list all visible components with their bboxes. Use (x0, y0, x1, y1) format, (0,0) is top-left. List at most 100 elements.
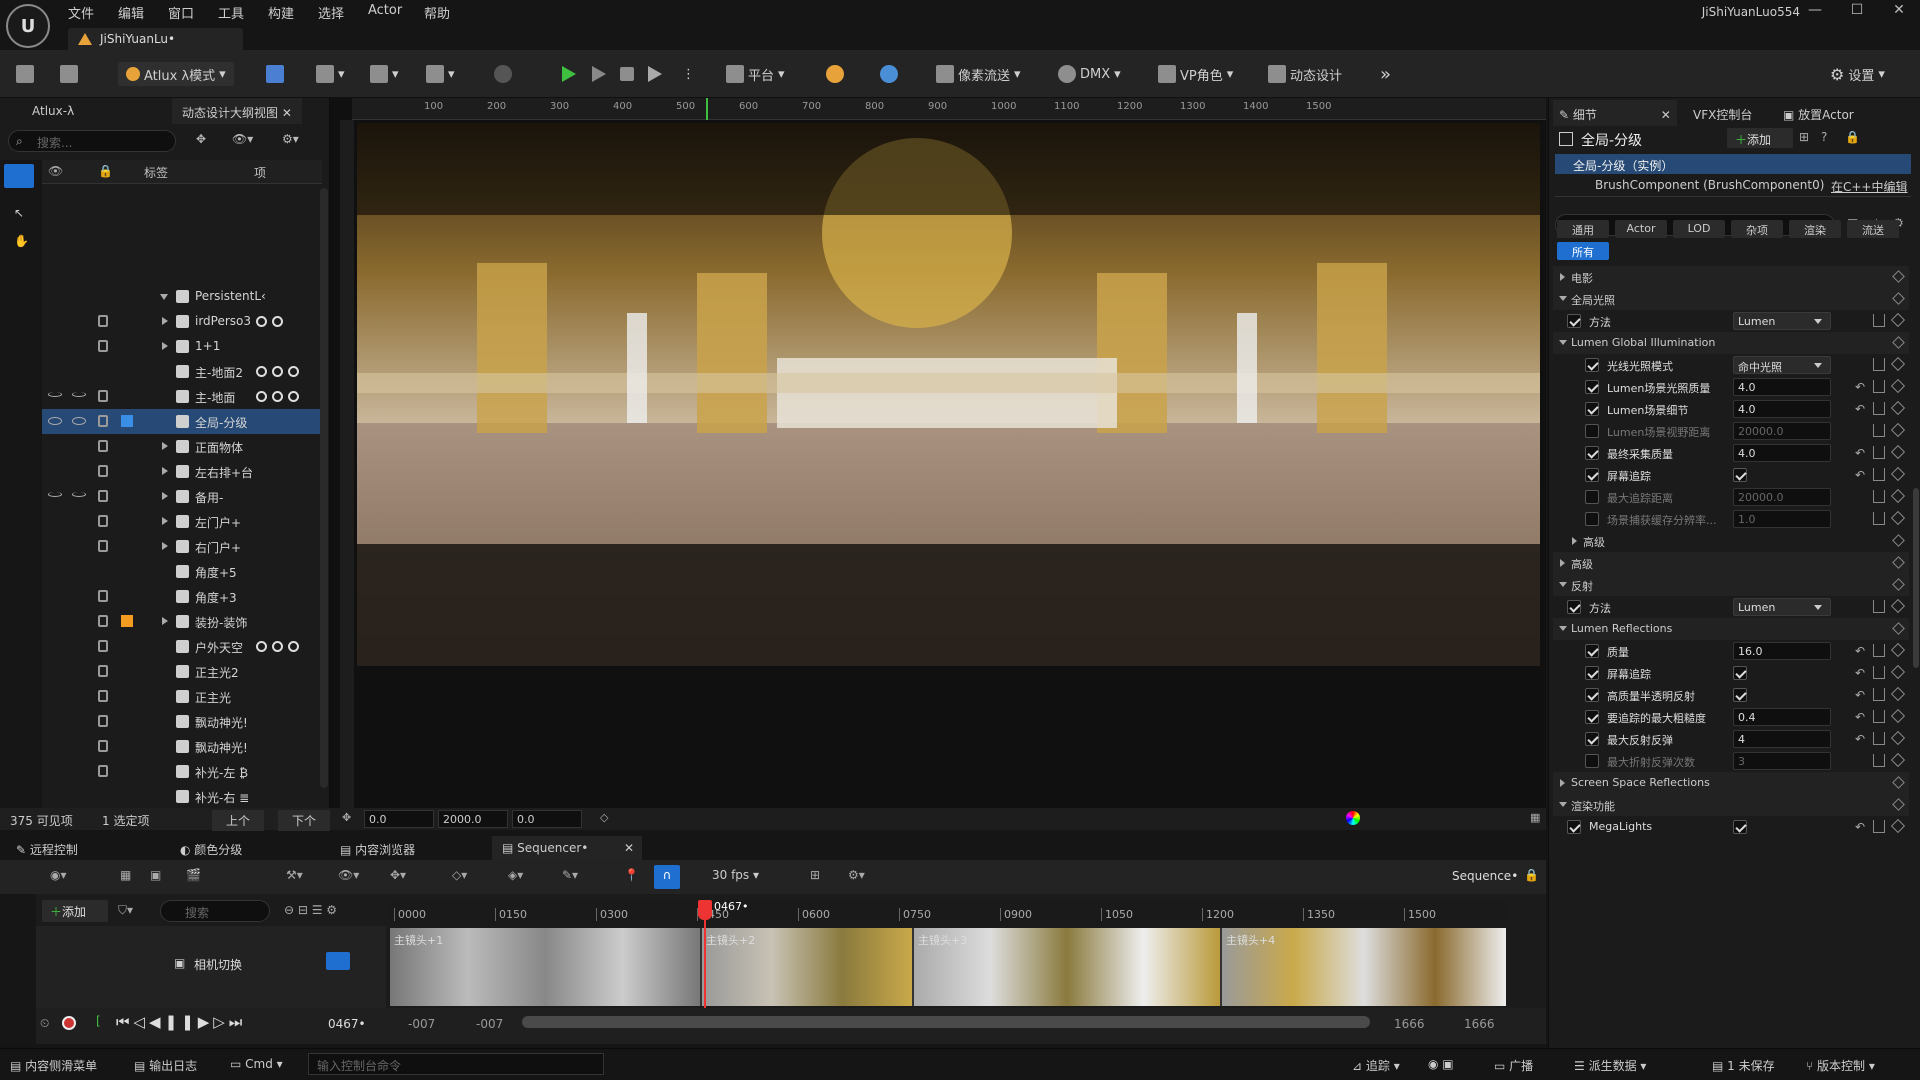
seq-filter-icon[interactable]: ⛉▾ (118, 903, 133, 918)
lock-icon[interactable] (98, 315, 108, 327)
override-checkbox[interactable] (1585, 468, 1599, 482)
outliner-row[interactable]: 装扮-装饰 (42, 609, 322, 634)
override-checkbox[interactable] (1585, 424, 1599, 438)
outliner-row[interactable]: 飘动神光! (42, 709, 322, 734)
expand-icon[interactable] (162, 492, 168, 500)
filter-3[interactable]: 杂项 (1731, 220, 1783, 238)
section-ssr[interactable]: Screen Space Reflections (1553, 772, 1909, 794)
lock-icon[interactable] (98, 765, 108, 777)
reset-icon[interactable]: ↶ (1855, 380, 1865, 394)
browse-icon[interactable] (60, 62, 78, 86)
vp-dropdown[interactable]: VP角色 ▾ (1158, 62, 1233, 86)
unsaved-button[interactable]: ▤ 1 未保存 (1712, 1057, 1775, 1074)
expose-icon[interactable] (1873, 754, 1885, 767)
tab-remote-control[interactable]: ✎ 远程控制 (6, 836, 88, 860)
eye-icon[interactable] (48, 417, 62, 425)
expose-icon[interactable] (1873, 490, 1885, 503)
prop-value-field[interactable]: 3 (1733, 752, 1831, 770)
console-input[interactable]: 输入控制台命令 (308, 1053, 604, 1075)
close-window-button[interactable]: ✕ (1884, 2, 1914, 24)
prop-value-checkbox[interactable] (1733, 666, 1747, 680)
col-type[interactable]: 项 (254, 164, 266, 181)
override-checkbox[interactable] (1567, 314, 1581, 328)
visibility-col-icon[interactable]: 👁 (48, 164, 63, 178)
filter-0[interactable]: 通用 (1557, 220, 1609, 238)
prop-value-field[interactable]: 1.0 (1733, 510, 1831, 528)
expand-icon[interactable] (162, 542, 168, 550)
outliner-row[interactable]: 备用- (42, 484, 322, 509)
cinematics-icon[interactable]: ▾ (426, 62, 455, 86)
view-start-label[interactable]: -007 (476, 1017, 503, 1031)
modeling-icon[interactable] (266, 62, 284, 86)
blueprint-convert-icon[interactable]: ⊞ (1799, 130, 1809, 144)
override-checkbox[interactable] (1567, 820, 1581, 834)
tab-atlux[interactable]: Atlux-λ (22, 98, 84, 124)
menu-edit[interactable]: 编辑 (118, 3, 144, 22)
globe-icon[interactable] (880, 62, 898, 86)
outliner-row[interactable]: 补光-左 ₿ (42, 759, 322, 784)
filter-icon[interactable] (4, 164, 34, 188)
menu-tools[interactable]: 工具 (218, 3, 244, 22)
expand-icon[interactable] (162, 342, 168, 350)
lock-icon[interactable]: 🔒 (1845, 130, 1860, 144)
keyframe-icon[interactable] (1890, 686, 1906, 702)
lock-icon[interactable] (98, 715, 108, 727)
hidden-eye-icon[interactable] (72, 392, 86, 397)
trace-button[interactable]: ⊿ 追踪 ▾ (1352, 1057, 1400, 1074)
outliner-row[interactable]: 主-地面 (42, 384, 322, 409)
outliner-settings-icon[interactable]: ⚙▾ (282, 132, 299, 146)
offset-field[interactable]: 0.0 (512, 810, 582, 828)
lock-icon[interactable] (98, 590, 108, 602)
collapse-icon[interactable] (160, 294, 168, 300)
record-icon[interactable] (62, 1016, 76, 1030)
hand-icon[interactable]: ✋ (14, 234, 29, 248)
keyframe-icon[interactable] (1892, 534, 1905, 547)
hidden-eye-icon[interactable] (72, 492, 86, 497)
tools-icon[interactable]: ⚒▾ (286, 868, 303, 882)
expose-icon[interactable] (1873, 710, 1885, 723)
outliner-row[interactable]: 主-地面2 (42, 359, 322, 384)
override-checkbox[interactable] (1585, 710, 1599, 724)
reset-icon[interactable]: ↶ (1855, 688, 1865, 702)
play-options-icon[interactable]: ⋮ (682, 62, 695, 86)
prop-value-field[interactable]: 4.0 (1733, 378, 1831, 396)
hidden-eye-icon[interactable] (48, 392, 62, 397)
expose-icon[interactable] (1873, 380, 1885, 393)
prop-dropdown[interactable]: Lumen (1733, 312, 1831, 330)
camera-lock-icon[interactable] (326, 952, 350, 970)
override-checkbox[interactable] (1585, 644, 1599, 658)
keyframe-icon[interactable] (1890, 664, 1906, 680)
seq-add-button[interactable]: ＋添加 (42, 900, 108, 922)
transport-controls-icon[interactable]: ⏮◁◀❚❚▶▷⏭ (116, 1013, 246, 1031)
keyframe-icon[interactable] (1890, 642, 1906, 658)
expose-icon[interactable] (1873, 600, 1885, 613)
outliner-row[interactable]: irdPerso3 (42, 309, 322, 334)
keyframe-icon[interactable] (1892, 556, 1905, 569)
prop-value-field[interactable]: 4 (1733, 730, 1831, 748)
expand-icon[interactable] (162, 317, 168, 325)
keyframe-icon[interactable] (1890, 466, 1906, 482)
play-button[interactable] (562, 62, 576, 86)
keyframe-icon[interactable] (1890, 730, 1906, 746)
settings-dropdown[interactable]: ⚙ 设置 ▾ (1830, 62, 1885, 86)
reset-icon[interactable]: ↶ (1855, 732, 1865, 746)
outliner-row[interactable]: PersistentL‹ (42, 284, 322, 309)
tab-details[interactable]: ✎ 细节 ✕ (1553, 100, 1677, 126)
instance-row[interactable]: 全局-分级（实例） (1555, 154, 1911, 174)
keyframe-icon[interactable] (1892, 292, 1905, 305)
prop-value-field[interactable]: 4.0 (1733, 400, 1831, 418)
menu-help[interactable]: 帮助 (424, 3, 450, 22)
keyframe-icon[interactable] (1890, 400, 1906, 416)
lock-icon[interactable] (98, 515, 108, 527)
hidden-eye-icon[interactable] (48, 492, 62, 497)
expand-icon[interactable] (162, 517, 168, 525)
blueprint-icon[interactable]: ▾ (370, 62, 399, 86)
override-checkbox[interactable] (1585, 688, 1599, 702)
derived-data-button[interactable]: ☰ 派生数据 ▾ (1574, 1057, 1646, 1074)
prop-value-field[interactable]: 20000.0 (1733, 422, 1831, 440)
keyframe-icon[interactable] (1892, 336, 1905, 349)
close-sequencer-icon[interactable]: ✕ (624, 841, 634, 855)
reset-icon[interactable]: ↶ (1855, 666, 1865, 680)
tab-place-actor[interactable]: ▣ 放置Actor (1777, 100, 1860, 126)
expose-icon[interactable] (1873, 688, 1885, 701)
